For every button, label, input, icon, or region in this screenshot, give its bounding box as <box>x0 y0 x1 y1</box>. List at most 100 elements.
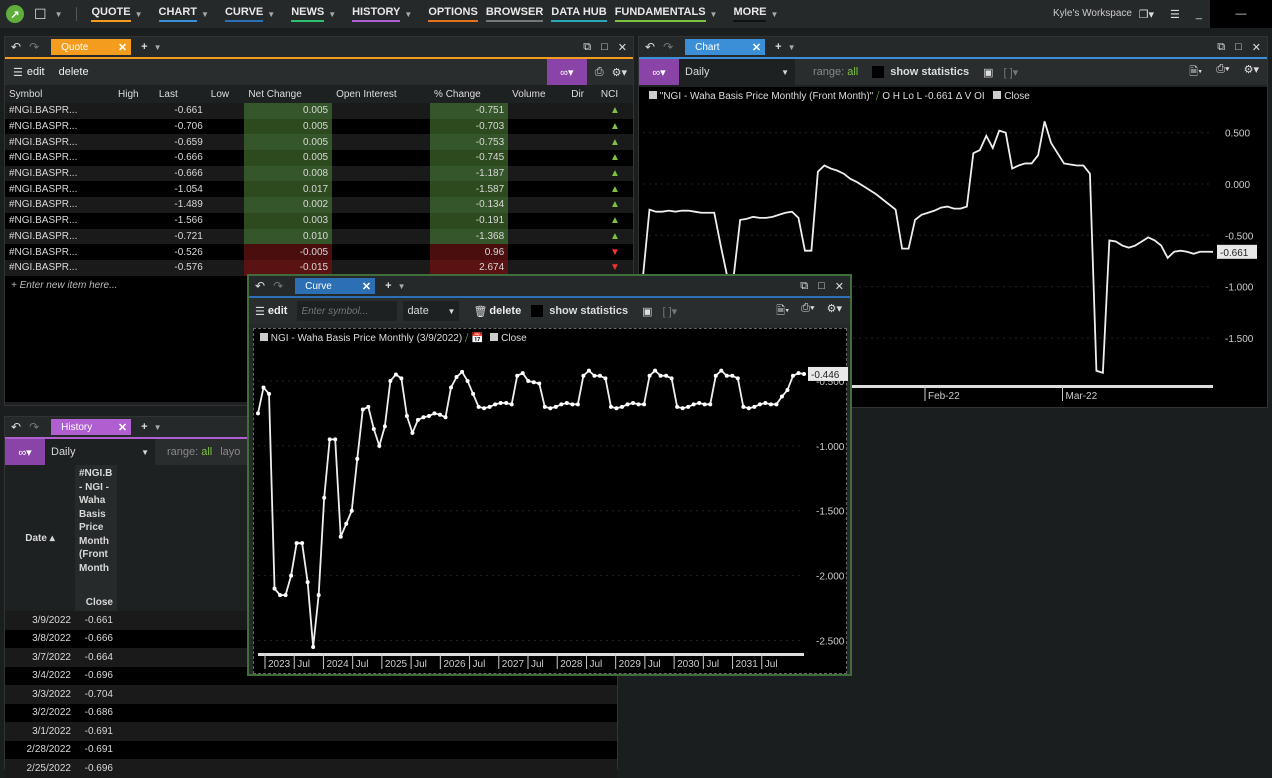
new-window-dropdown[interactable]: ▼ <box>55 10 63 19</box>
link-button[interactable]: ∞▾ <box>546 59 587 85</box>
link-button[interactable]: ∞▾ <box>639 59 679 85</box>
add-tab-icon[interactable]: + <box>141 421 147 433</box>
nav-browser[interactable]: BROWSER <box>485 6 544 22</box>
undo-icon[interactable]: ↶ <box>11 40 21 54</box>
nav-chart[interactable]: CHART <box>158 6 198 22</box>
workspace-name[interactable]: Kyle's Workspace <box>1053 8 1132 19</box>
column-header[interactable]: Dir <box>567 85 597 103</box>
nav-news[interactable]: NEWS <box>291 6 325 22</box>
interval-select[interactable]: Daily ▼ <box>679 59 795 85</box>
gear-icon[interactable]: ⚙▾ <box>1244 63 1259 82</box>
table-row[interactable]: #NGI.BASPR... -1.054 0.017 -1.587 ▲ <box>5 181 633 198</box>
nav-quote[interactable]: QUOTE <box>91 6 131 22</box>
bracket-icon[interactable]: [ ]▾ <box>1003 66 1018 79</box>
new-window-icon[interactable]: ☐ <box>34 6 47 23</box>
table-row[interactable]: #NGI.BASPR... -0.526 -0.005 0.96 ▼ <box>5 244 633 260</box>
column-header[interactable]: Symbol <box>5 85 114 103</box>
trash-icon[interactable]: 🗑 <box>473 305 487 318</box>
delete-button[interactable]: delete <box>489 305 521 317</box>
delete-button[interactable]: delete <box>59 66 89 78</box>
bracket-icon[interactable]: [ ]▾ <box>662 305 677 318</box>
tab-curve[interactable]: Curve ✕ <box>295 278 376 294</box>
popout-icon[interactable]: ⧉ <box>583 41 591 54</box>
gear-icon[interactable]: ⚙▾ <box>612 66 627 79</box>
nav-dropdown-icon[interactable]: ▼ <box>267 10 275 19</box>
nav-dropdown-icon[interactable]: ▼ <box>710 10 718 19</box>
range-value[interactable]: all <box>847 66 858 78</box>
table-row[interactable]: #NGI.BASPR... -1.489 0.002 -0.134 ▲ <box>5 197 633 213</box>
print-icon[interactable]: ⎙▾ <box>1216 63 1229 82</box>
redo-icon[interactable]: ↷ <box>663 40 673 54</box>
column-header[interactable]: NCI <box>597 85 633 103</box>
minimize-icon[interactable]: _ <box>1196 8 1202 20</box>
nav-dropdown-icon[interactable]: ▼ <box>201 10 209 19</box>
layout-label[interactable]: layo <box>220 446 240 458</box>
table-row[interactable]: #NGI.BASPR... -1.566 0.003 -0.191 ▲ <box>5 212 633 229</box>
app-logo[interactable]: ↗ <box>6 5 24 23</box>
table-row[interactable]: #NGI.BASPR... -0.661 0.005 -0.751 ▲ <box>5 103 633 119</box>
edit-button[interactable]: edit <box>27 66 45 78</box>
close-tab-icon[interactable]: ✕ <box>362 280 371 293</box>
menu-icon[interactable]: ☰ <box>255 305 265 318</box>
undo-icon[interactable]: ↶ <box>11 420 21 434</box>
range-value[interactable]: all <box>201 446 212 458</box>
add-tab-icon[interactable]: + <box>141 41 147 53</box>
close-icon[interactable]: ✕ <box>835 280 844 293</box>
show-statistics-checkbox[interactable] <box>531 305 544 317</box>
redo-icon[interactable]: ↷ <box>29 420 39 434</box>
nav-dropdown-icon[interactable]: ▼ <box>404 10 412 19</box>
x-mode-select[interactable]: date ▼ <box>403 301 460 321</box>
print-icon[interactable]: ⎙▾ <box>801 302 814 321</box>
column-header[interactable]: Volume <box>508 85 567 103</box>
popout-icon[interactable]: ⧉ <box>1217 41 1225 54</box>
tab-quote[interactable]: Quote ✕ <box>51 39 132 55</box>
tab-chart[interactable]: Chart ✕ <box>685 39 766 55</box>
column-header[interactable]: % Change <box>430 85 508 103</box>
close-tab-icon[interactable]: ✕ <box>118 41 127 54</box>
nav-data-hub[interactable]: DATA HUB <box>551 6 607 22</box>
nav-history[interactable]: HISTORY <box>352 6 401 22</box>
table-row[interactable]: #NGI.BASPR... -0.721 0.010 -1.368 ▲ <box>5 228 633 245</box>
table-row[interactable]: 2/28/2022 -0.691 <box>5 740 617 759</box>
print-icon[interactable]: ⎙ <box>595 66 604 79</box>
hamburger-menu-icon[interactable]: ☰ <box>1170 8 1180 21</box>
maximize-icon[interactable]: □ <box>1235 41 1242 54</box>
table-row[interactable]: 3/2/2022 -0.686 <box>5 703 617 722</box>
add-tab-icon[interactable]: + <box>385 280 391 292</box>
maximize-icon[interactable]: □ <box>818 280 825 293</box>
redo-icon[interactable]: ↷ <box>273 279 283 293</box>
undo-icon[interactable]: ↶ <box>255 279 265 293</box>
nav-curve[interactable]: CURVE <box>224 6 264 22</box>
column-header[interactable]: Low <box>207 85 245 103</box>
undo-icon[interactable]: ↶ <box>645 40 655 54</box>
table-row[interactable]: #NGI.BASPR... -0.666 0.005 -0.745 ▲ <box>5 150 633 166</box>
date-column-header[interactable]: Date ▴ <box>5 465 75 611</box>
chart-type-icon[interactable]: ▣ <box>983 66 993 79</box>
nav-dropdown-icon[interactable]: ▼ <box>135 10 143 19</box>
table-row[interactable]: 2/25/2022 -0.696 <box>5 759 617 778</box>
table-row[interactable]: #NGI.BASPR... -0.706 0.005 -0.703 ▲ <box>5 118 633 135</box>
popout-icon[interactable]: ⧉ <box>800 280 808 293</box>
column-header[interactable]: Last <box>155 85 207 103</box>
export-icon[interactable]: 🗎▾ <box>1189 63 1202 82</box>
link-button[interactable]: ∞▾ <box>5 439 45 465</box>
nav-dropdown-icon[interactable]: ▼ <box>328 10 336 19</box>
curve-chart[interactable]: NGI - Waha Basis Price Monthly (3/9/2022… <box>253 328 848 674</box>
maximize-icon[interactable]: □ <box>601 41 608 54</box>
chart-type-icon[interactable]: ▣ <box>642 305 652 318</box>
close-icon[interactable]: ✕ <box>618 41 627 54</box>
table-row[interactable]: 3/3/2022 -0.704 <box>5 685 617 704</box>
table-row[interactable]: 3/1/2022 -0.691 <box>5 722 617 741</box>
nav-options[interactable]: OPTIONS <box>428 6 478 22</box>
close-icon[interactable]: ✕ <box>1252 41 1261 54</box>
gear-icon[interactable]: ⚙▾ <box>827 302 842 321</box>
chevron-down-icon[interactable]: ▼ <box>154 43 162 52</box>
show-statistics-checkbox[interactable] <box>872 66 885 78</box>
table-row[interactable]: #NGI.BASPR... -0.659 0.005 -0.753 ▲ <box>5 134 633 151</box>
interval-select[interactable]: Daily ▼ <box>45 439 155 465</box>
chevron-down-icon[interactable]: ▼ <box>398 282 406 291</box>
redo-icon[interactable]: ↷ <box>29 40 39 54</box>
symbol-input[interactable] <box>297 301 398 321</box>
edit-button[interactable]: edit <box>268 305 288 317</box>
nav-fundamentals[interactable]: FUNDAMENTALS <box>614 6 706 22</box>
